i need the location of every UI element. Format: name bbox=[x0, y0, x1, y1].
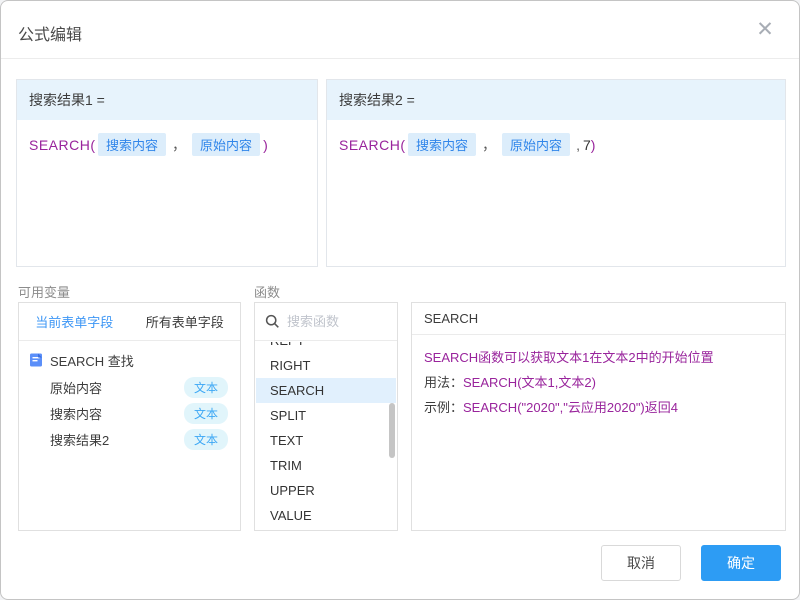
cancel-button[interactable]: 取消 bbox=[601, 545, 681, 581]
dialog-header: 公式编辑 ✕ bbox=[1, 1, 799, 59]
function-list-item-selected[interactable]: SEARCH bbox=[256, 378, 396, 403]
search-icon bbox=[265, 314, 280, 329]
function-list[interactable]: REPT RIGHT SEARCH SPLIT TEXT TRIM UPPER … bbox=[256, 342, 396, 529]
function-search-input[interactable] bbox=[287, 314, 387, 329]
function-list-item[interactable]: SPLIT bbox=[256, 403, 396, 428]
field-pill[interactable]: 搜索内容 bbox=[98, 133, 166, 156]
tab-current-form-fields[interactable]: 当前表单字段 bbox=[19, 303, 130, 340]
function-list-item[interactable]: TRIM bbox=[256, 453, 396, 478]
field-type-badge: 文本 bbox=[184, 429, 228, 450]
dialog-title: 公式编辑 bbox=[18, 21, 82, 45]
variables-tabs: 当前表单字段 所有表单字段 bbox=[19, 303, 240, 341]
function-name-token: SEARCH bbox=[339, 137, 400, 153]
field-pill[interactable]: 原始内容 bbox=[192, 133, 260, 156]
example-label: 示例： bbox=[424, 400, 463, 415]
formula-panel-2: 搜索结果2 = SEARCH( 搜索内容 ， 原始内容 ,7) bbox=[326, 79, 786, 267]
functions-panel: REPT RIGHT SEARCH SPLIT TEXT TRIM UPPER … bbox=[254, 302, 398, 531]
description-example-line: 示例：SEARCH("2020","云应用2020")返回4 bbox=[424, 395, 773, 420]
variable-name: 搜索结果2 bbox=[50, 430, 184, 449]
function-list-item[interactable]: REPT bbox=[256, 342, 396, 353]
function-list-item[interactable]: VALUE bbox=[256, 503, 396, 528]
close-paren-token: ) bbox=[263, 137, 268, 153]
description-title: SEARCH bbox=[412, 303, 785, 335]
comma-token: , bbox=[576, 137, 580, 153]
description-summary: SEARCH函数可以获取文本1在文本2中的开始位置 bbox=[424, 345, 773, 370]
field-type-badge: 文本 bbox=[184, 377, 228, 398]
comma-token: ， bbox=[482, 135, 496, 155]
variable-item[interactable]: 搜索内容 文本 bbox=[19, 400, 240, 426]
scrollbar-thumb[interactable] bbox=[389, 403, 395, 458]
comma-token: ， bbox=[172, 135, 186, 155]
function-list-item[interactable]: TEXT bbox=[256, 428, 396, 453]
description-body: SEARCH函数可以获取文本1在文本2中的开始位置 用法：SEARCH(文本1,… bbox=[412, 335, 785, 430]
functions-section-label: 函数 bbox=[254, 282, 280, 301]
variable-name: 搜索内容 bbox=[50, 404, 184, 423]
example-text: SEARCH("2020","云应用2020")返回4 bbox=[463, 400, 678, 415]
close-paren-token: ) bbox=[591, 137, 596, 153]
variable-name: 原始内容 bbox=[50, 378, 184, 397]
function-list-item[interactable]: RIGHT bbox=[256, 353, 396, 378]
field-pill[interactable]: 原始内容 bbox=[502, 133, 570, 156]
function-description-panel: SEARCH SEARCH函数可以获取文本1在文本2中的开始位置 用法：SEAR… bbox=[411, 302, 786, 531]
form-group-item[interactable]: SEARCH 查找 bbox=[19, 346, 240, 374]
formula-panel-1: 搜索结果1 = SEARCH( 搜索内容 ， 原始内容 ) bbox=[16, 79, 318, 267]
function-name-token: SEARCH bbox=[29, 137, 90, 153]
field-type-badge: 文本 bbox=[184, 403, 228, 424]
document-icon bbox=[29, 353, 43, 367]
variable-item[interactable]: 原始内容 文本 bbox=[19, 374, 240, 400]
function-search-bar bbox=[255, 303, 397, 341]
confirm-button[interactable]: 确定 bbox=[701, 545, 781, 581]
close-icon[interactable]: ✕ bbox=[753, 18, 777, 42]
formula-edit-dialog: 公式编辑 ✕ 搜索结果1 = SEARCH( 搜索内容 ， 原始内容 ) 搜索结… bbox=[0, 0, 800, 600]
formula-result-label: 搜索结果2 = bbox=[327, 80, 785, 120]
field-pill[interactable]: 搜索内容 bbox=[408, 133, 476, 156]
function-list-item[interactable]: UPPER bbox=[256, 478, 396, 503]
open-paren-token: ( bbox=[400, 137, 405, 153]
formula-expression[interactable]: SEARCH( 搜索内容 ， 原始内容 ,7) bbox=[327, 120, 785, 169]
variables-panel: 当前表单字段 所有表单字段 SEARCH 查找 原始内容 文本 搜索内容 文本 … bbox=[18, 302, 241, 531]
tab-all-form-fields[interactable]: 所有表单字段 bbox=[130, 303, 241, 340]
usage-text: SEARCH(文本1,文本2) bbox=[463, 375, 596, 390]
form-group-label: SEARCH 查找 bbox=[50, 351, 134, 370]
variable-item[interactable]: 搜索结果2 文本 bbox=[19, 426, 240, 452]
usage-label: 用法： bbox=[424, 375, 463, 390]
number-token: 7 bbox=[583, 137, 591, 153]
variables-section-label: 可用变量 bbox=[18, 282, 70, 301]
open-paren-token: ( bbox=[90, 137, 95, 153]
description-usage-line: 用法：SEARCH(文本1,文本2) bbox=[424, 370, 773, 395]
formula-expression[interactable]: SEARCH( 搜索内容 ， 原始内容 ) bbox=[17, 120, 317, 169]
formula-result-label: 搜索结果1 = bbox=[17, 80, 317, 120]
